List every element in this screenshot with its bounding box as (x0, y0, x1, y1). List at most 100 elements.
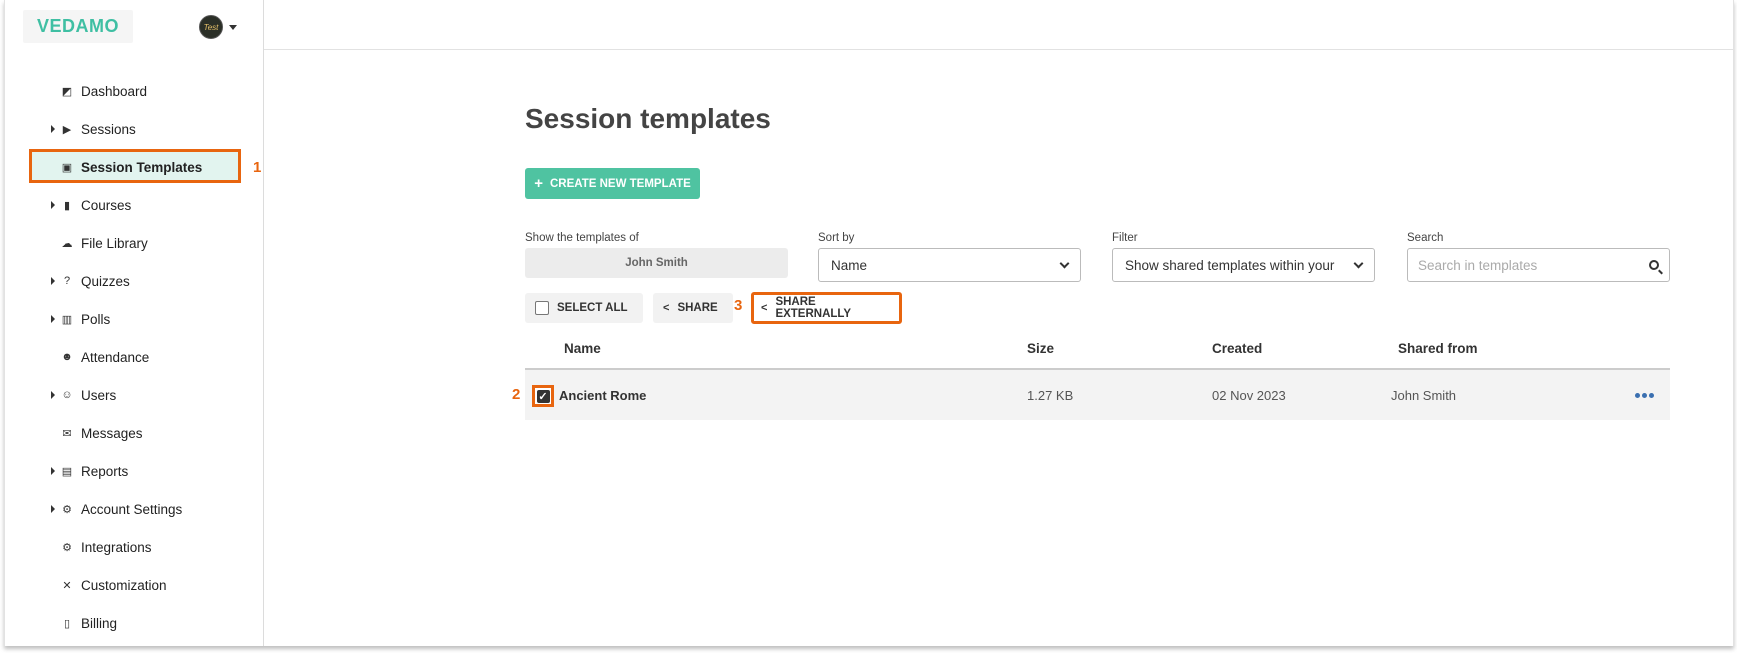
table-row[interactable]: Ancient Rome 1.27 KB 02 Nov 2023 John Sm… (525, 370, 1670, 420)
report-icon: ▤ (61, 465, 73, 478)
owner-label: Show the templates of (525, 232, 639, 244)
owner-field: John Smith (525, 248, 788, 278)
filter-value: Show shared templates within your (1125, 257, 1335, 273)
create-template-button[interactable]: + CREATE NEW TEMPLATE (525, 168, 700, 199)
dot (1642, 393, 1647, 398)
sort-label: Sort by (818, 232, 855, 244)
sidebar-item-messages[interactable]: ✉ Messages (5, 414, 264, 452)
sidebar-item-label: Integrations (81, 539, 152, 555)
share-icon: < (663, 302, 670, 314)
sidebar-item-account-settings[interactable]: ⚙ Account Settings (5, 490, 264, 528)
sidebar-item-label: Dashboard (81, 83, 148, 99)
filter-label: Filter (1112, 232, 1138, 244)
column-header-name[interactable]: Name (564, 341, 601, 356)
dashboard-icon: ◩ (61, 85, 73, 98)
expand-arrow-icon[interactable] (51, 201, 55, 209)
annotation-step-3: 3 (734, 297, 743, 314)
select-all-checkbox[interactable] (535, 301, 549, 315)
search-input[interactable] (1418, 257, 1649, 273)
sidebar-item-reports[interactable]: ▤ Reports (5, 452, 264, 490)
search-icon[interactable] (1649, 260, 1659, 270)
sidebar-item-billing[interactable]: ▯ Billing (5, 604, 264, 642)
sidebar-item-sessions[interactable]: ▶ Sessions (5, 110, 264, 148)
question-icon: ? (63, 275, 71, 287)
plus-icon: + (534, 175, 543, 192)
page-title: Session templates (525, 103, 771, 134)
sidebar-item-label: Users (81, 387, 117, 403)
select-all-button[interactable]: SELECT ALL (525, 293, 643, 323)
sidebar-item-polls[interactable]: ▥ Polls (5, 300, 264, 338)
column-header-created[interactable]: Created (1212, 341, 1262, 356)
sidebar: VEDAMO Test ◩ Dashboard ▶ Sessions ▣ Ses… (5, 0, 264, 646)
dot (1635, 393, 1640, 398)
sidebar-item-label: Billing (81, 615, 118, 631)
expand-arrow-icon[interactable] (51, 125, 55, 133)
sidebar-item-label: File Library (81, 235, 148, 251)
poll-icon: ▥ (61, 313, 73, 326)
column-header-size[interactable]: Size (1027, 341, 1054, 356)
sidebar-nav: ◩ Dashboard ▶ Sessions ▣ Session Templat… (5, 72, 264, 642)
sidebar-item-session-templates[interactable]: ▣ Session Templates 1 (5, 148, 264, 186)
row-checkbox[interactable]: ✓ (532, 385, 554, 407)
share-externally-button[interactable]: < SHARE EXTERNALLY (751, 292, 902, 324)
sidebar-item-label: Quizzes (81, 273, 130, 289)
annotation-step-1: 1 (253, 158, 262, 176)
column-header-shared-from[interactable]: Shared from (1398, 341, 1478, 356)
dot (1649, 393, 1654, 398)
row-name[interactable]: Ancient Rome (559, 388, 646, 403)
chevron-down-icon (1353, 258, 1364, 268)
row-size: 1.27 KB (1027, 388, 1074, 403)
book-icon: ▮ (63, 199, 71, 212)
sidebar-item-label: Messages (81, 425, 143, 441)
user-menu[interactable]: Test (199, 15, 237, 39)
play-circle-icon: ▶ (62, 123, 72, 136)
share-icon: < (761, 302, 768, 314)
expand-arrow-icon[interactable] (51, 391, 55, 399)
sidebar-item-integrations[interactable]: ⚙ Integrations (5, 528, 264, 566)
sidebar-item-users[interactable]: ☺ Users (5, 376, 264, 414)
share-label: SHARE (677, 302, 718, 314)
sort-value: Name (831, 257, 868, 273)
expand-arrow-icon[interactable] (51, 505, 55, 513)
search-field[interactable] (1407, 248, 1670, 282)
attendance-icon: ☻ (61, 351, 73, 363)
sidebar-item-dashboard[interactable]: ◩ Dashboard (5, 72, 264, 110)
sidebar-item-attendance[interactable]: ☻ Attendance (5, 338, 264, 376)
expand-arrow-icon[interactable] (51, 277, 55, 285)
tools-icon: ✕ (62, 579, 72, 592)
share-button[interactable]: < SHARE (653, 293, 733, 323)
share-externally-label: SHARE EXTERNALLY (775, 296, 852, 320)
search-label: Search (1407, 232, 1444, 244)
select-all-label: SELECT ALL (557, 302, 628, 314)
sidebar-item-courses[interactable]: ▮ Courses (5, 186, 264, 224)
sidebar-item-customization[interactable]: ✕ Customization (5, 566, 264, 604)
gear-icon: ⚙ (62, 503, 72, 516)
logo-text: VEDAMO (36, 16, 119, 36)
sidebar-item-file-library[interactable]: ☁ File Library (5, 224, 264, 262)
top-bar (264, 0, 1733, 50)
sidebar-item-label: Sessions (81, 121, 136, 137)
expand-arrow-icon[interactable] (51, 467, 55, 475)
row-created: 02 Nov 2023 (1212, 388, 1286, 403)
chevron-down-icon (1059, 258, 1070, 268)
envelope-icon: ✉ (62, 427, 72, 440)
expand-arrow-icon[interactable] (51, 315, 55, 323)
chevron-down-icon (229, 24, 237, 30)
logo[interactable]: VEDAMO (23, 10, 133, 43)
integrations-icon: ⚙ (62, 541, 72, 554)
sidebar-item-quizzes[interactable]: ? Quizzes (5, 262, 264, 300)
sidebar-item-label: Courses (81, 197, 132, 213)
annotation-step-2: 2 (512, 386, 521, 403)
users-icon: ☺ (61, 389, 73, 401)
billing-icon: ▯ (63, 617, 71, 630)
filter-select[interactable]: Show shared templates within your (1112, 248, 1375, 282)
sidebar-item-label: Reports (81, 463, 129, 479)
more-options-icon[interactable] (1635, 393, 1654, 398)
template-icon: ▣ (61, 161, 73, 174)
avatar: Test (199, 15, 223, 39)
sidebar-item-label: Attendance (81, 349, 150, 365)
sidebar-item-label: Customization (81, 577, 167, 593)
sort-select[interactable]: Name (818, 248, 1081, 282)
cloud-icon: ☁ (61, 237, 73, 250)
sidebar-item-label: Polls (81, 311, 111, 327)
